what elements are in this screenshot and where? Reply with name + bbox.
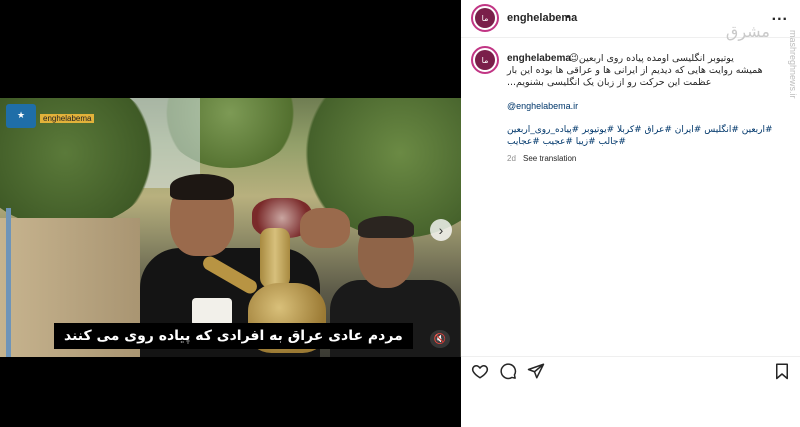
speaker-icon: 🔇 xyxy=(433,333,447,345)
profile-logo-icon: ما xyxy=(475,8,495,28)
heart-icon xyxy=(471,364,489,379)
video-subtitle: مردم عادی عراق به افرادی که پیاده روی می… xyxy=(54,323,413,349)
see-translation-link[interactable]: See translation xyxy=(523,154,576,163)
mute-button[interactable]: 🔇 xyxy=(430,330,450,348)
watermark-url: mashreghnews.ir xyxy=(788,30,798,99)
hand xyxy=(300,208,350,248)
dallah-neck xyxy=(260,228,290,288)
comment-button[interactable] xyxy=(497,360,519,382)
separator-dot: • xyxy=(566,11,570,23)
caption-line-3: عظمت این حرکت رو از زبان یک انگلیسی بشنو… xyxy=(507,77,712,88)
post-media: ★ enghelabema › مردم عادی عراق به افرادی… xyxy=(0,0,461,427)
comment-icon xyxy=(500,363,517,380)
profile-logo-icon: ما xyxy=(475,50,495,70)
caption-line-1: یوتیوبر انگلیسی اومده پیاده روی اربعین😉 xyxy=(569,53,734,64)
save-button[interactable] xyxy=(771,360,793,382)
post-age: 2d xyxy=(507,154,516,163)
caption-line-2: همیشه روایت هایی که دیدیم از ایرانی ها و… xyxy=(507,65,763,76)
hashtags-line-2[interactable]: #جالب #زیبا #عجیب #عجایب xyxy=(507,137,626,147)
next-slide-button[interactable]: › xyxy=(430,219,452,241)
hashtags-line-1[interactable]: #اربعین #انگلیس #ایران #عراق #کربلا #یوت… xyxy=(507,125,773,135)
background-pole xyxy=(6,208,11,357)
caption-mention[interactable]: @enghelabema.ir xyxy=(507,101,578,111)
chevron-right-icon: › xyxy=(438,222,444,238)
video-player[interactable]: ★ enghelabema › xyxy=(0,98,461,357)
share-button[interactable] xyxy=(525,360,547,382)
bookmark-icon xyxy=(776,363,788,380)
like-button[interactable] xyxy=(469,360,491,382)
avatar[interactable]: ما xyxy=(471,46,499,74)
channel-tag: enghelabema xyxy=(40,114,95,123)
watermark-logo: مشرق xyxy=(725,22,770,41)
post-side-panel: ما enghelabema • ... مشرق mashreghnews.i… xyxy=(461,0,800,427)
post-actions xyxy=(461,356,800,380)
caption-username[interactable]: enghelabema xyxy=(507,53,571,64)
more-options-button[interactable]: ... xyxy=(772,7,788,25)
paper-plane-icon xyxy=(527,363,545,379)
avatar[interactable]: ما xyxy=(471,4,499,32)
channel-logo-icon: ★ xyxy=(6,104,36,128)
